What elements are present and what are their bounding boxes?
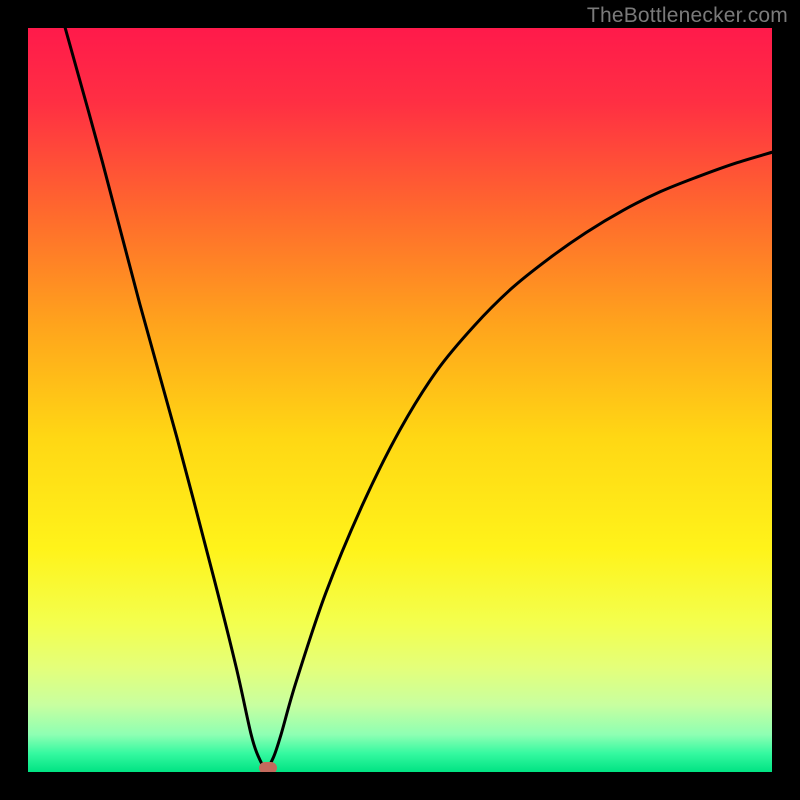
attribution-label: TheBottlenecker.com [587, 4, 788, 28]
gradient-background [28, 28, 772, 772]
optimal-marker [259, 762, 277, 772]
chart-frame: TheBottlenecker.com [0, 0, 800, 800]
bottleneck-chart-svg [28, 28, 772, 772]
plot-area [28, 28, 772, 772]
